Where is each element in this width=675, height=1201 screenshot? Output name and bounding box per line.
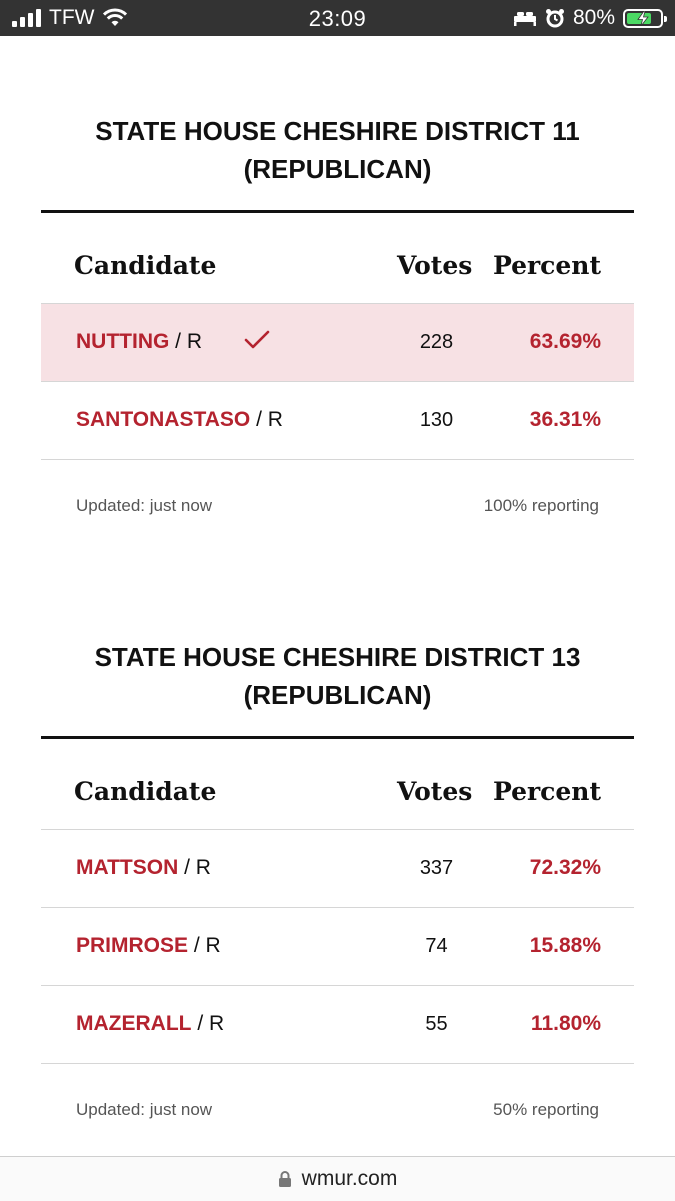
vote-percent: 63.69% — [529, 330, 601, 353]
candidate-party: / R — [188, 934, 221, 957]
candidate-name: SANTONASTASO — [76, 408, 251, 431]
race-footer: Updated: just now 50% reporting — [41, 1064, 634, 1124]
vote-percent: 72.32% — [529, 856, 601, 879]
candidate-name: MAZERALL — [76, 1012, 192, 1035]
vote-count: 130 — [419, 409, 454, 431]
table-header: Candidate Votes Percent — [41, 739, 634, 830]
candidate-party: / R — [191, 1012, 225, 1035]
updated-label: Updated: just now — [76, 496, 213, 515]
winner-check-icon — [244, 330, 270, 349]
reporting-label: 100% reporting — [483, 496, 599, 515]
url-domain[interactable]: wmur.com — [302, 1167, 398, 1191]
candidate-name: PRIMROSE — [76, 934, 189, 957]
battery-charging-icon — [623, 8, 667, 28]
status-bar: TFW 23:09 80% — [0, 0, 675, 36]
race-footer: Updated: just now 100% reporting — [41, 460, 634, 520]
race-title: STATE HOUSE CHESHIRE DISTRICT 11 (REPUBL… — [41, 112, 634, 188]
vote-count: 74 — [425, 935, 448, 957]
updated-label: Updated: just now — [76, 1100, 213, 1119]
table-row: MATTSON / R 337 72.32% — [41, 830, 634, 908]
battery-percent: 80% — [572, 6, 615, 29]
header-candidate: Candidate — [74, 251, 217, 280]
candidate-name: MATTSON — [76, 856, 179, 879]
vote-count: 337 — [419, 857, 454, 879]
vote-percent: 15.88% — [529, 934, 601, 957]
header-candidate: Candidate — [74, 777, 217, 806]
race-title-line1: STATE HOUSE CHESHIRE DISTRICT 13 — [94, 642, 581, 672]
alarm-icon — [545, 9, 564, 28]
table-row: MAZERALL / R 55 11.80% — [41, 986, 634, 1064]
header-votes: Votes — [397, 251, 473, 280]
race-title: STATE HOUSE CHESHIRE DISTRICT 13 (REPUBL… — [41, 638, 634, 714]
header-votes: Votes — [397, 777, 473, 806]
header-percent: Percent — [492, 777, 601, 806]
race-title-line2: (REPUBLICAN) — [243, 680, 432, 710]
candidate-party: / R — [178, 856, 211, 879]
table-row: NUTTING / R 228 63.69% — [41, 304, 634, 382]
candidate-name: NUTTING — [76, 330, 170, 353]
vote-count: 228 — [419, 331, 454, 353]
vote-percent: 36.31% — [529, 408, 601, 431]
table-header: Candidate Votes Percent — [41, 213, 634, 304]
vote-percent: 11.80% — [530, 1012, 601, 1035]
race-title-line2: (REPUBLICAN) — [243, 154, 432, 184]
candidate-party: / R — [169, 330, 202, 353]
race-card-district-13: STATE HOUSE CHESHIRE DISTRICT 13 (REPUBL… — [41, 638, 634, 1124]
header-percent: Percent — [492, 251, 601, 280]
race-card-district-11: STATE HOUSE CHESHIRE DISTRICT 11 (REPUBL… — [41, 112, 634, 520]
reporting-label: 50% reporting — [493, 1100, 599, 1119]
bed-icon — [513, 12, 536, 26]
lock-icon — [278, 1171, 291, 1187]
table-row: PRIMROSE / R 74 15.88% — [41, 908, 634, 986]
race-title-line1: STATE HOUSE CHESHIRE DISTRICT 11 — [95, 116, 580, 146]
vote-count: 55 — [425, 1013, 448, 1035]
browser-url-bar[interactable]: wmur.com — [0, 1156, 675, 1201]
candidate-party: / R — [250, 408, 283, 431]
table-row: SANTONASTASO / R 130 36.31% — [41, 382, 634, 460]
